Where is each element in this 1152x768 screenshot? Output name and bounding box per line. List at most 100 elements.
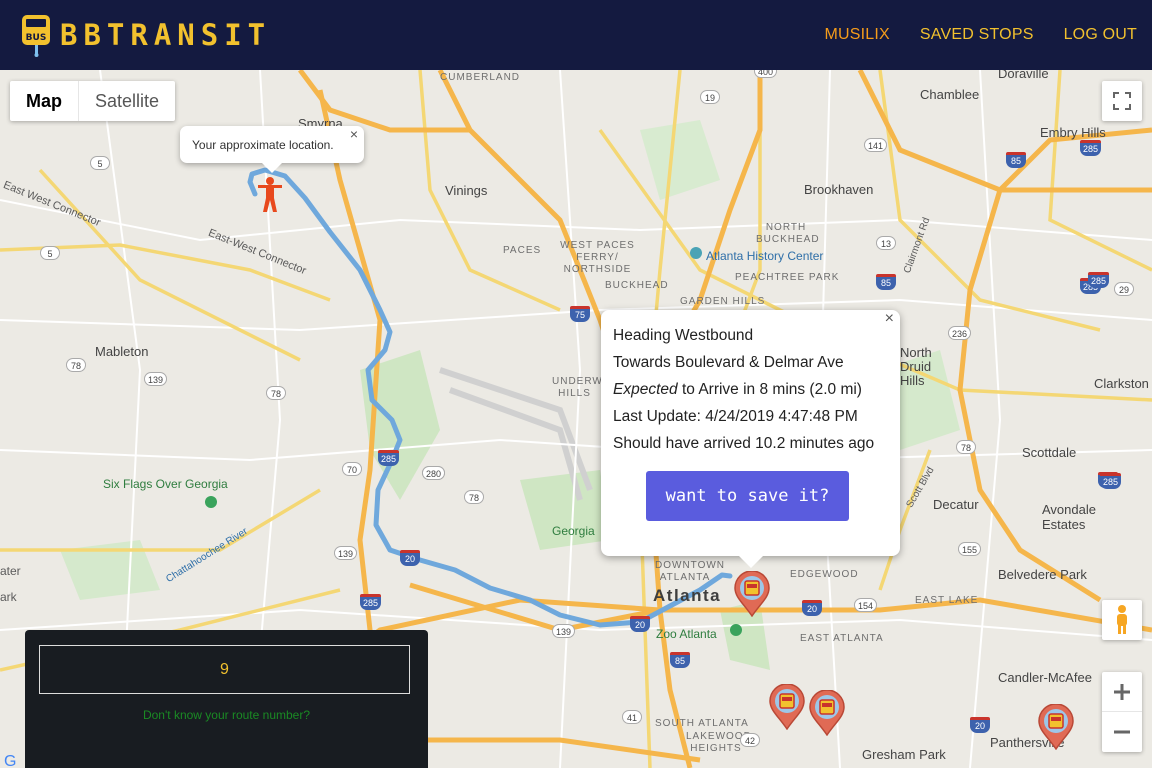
route-help-link[interactable]: Don't know your route number? (25, 708, 428, 722)
fullscreen-icon (1113, 92, 1131, 110)
interstate-shield: 85 (670, 652, 690, 668)
zoom-in-button[interactable] (1102, 672, 1142, 712)
interstate-shield: 20 (400, 550, 420, 566)
interstate-shield: 75 (570, 306, 590, 322)
map-label: North Druid Hills (900, 345, 932, 388)
map-label: Candler-McAfee (998, 670, 1092, 685)
popup-heading: Heading Westbound (613, 327, 754, 344)
popup-towards: Towards Boulevard & Delmar Ave (613, 354, 844, 371)
interstate-shield: 285 (1100, 473, 1122, 489)
interstate-shield: 20 (630, 616, 650, 632)
route-shield: 236 (948, 326, 972, 340)
zoom-control (1102, 672, 1142, 752)
route-shield: 19 (700, 90, 720, 104)
interstate-shield: 285 (378, 450, 400, 466)
zoo-pin-icon (730, 624, 742, 636)
map-label: UNDERWOOD HILLS (552, 376, 629, 399)
map-label: Brookhaven (804, 182, 874, 197)
bus-stop-pin[interactable] (768, 684, 806, 730)
map-label: EAST ATLANTA (800, 633, 884, 644)
bus-logo-icon: BUS (20, 13, 52, 57)
route-number-input[interactable] (39, 645, 410, 694)
route-shield: 13 (876, 236, 896, 250)
location-tooltip: Your approximate location. × (180, 126, 364, 173)
top-navbar: BUS BBTRANSIT MUSILIX SAVED STOPS LOG OU… (0, 0, 1152, 70)
close-icon[interactable]: × (885, 310, 894, 328)
nav-links: MUSILIX SAVED STOPS LOG OUT (825, 26, 1138, 44)
fullscreen-button[interactable] (1102, 81, 1142, 121)
map-label: Georgia (552, 524, 595, 538)
map-label: WEST PACES FERRY/ NORTHSIDE (560, 240, 635, 275)
route-shield: 280 (422, 466, 446, 480)
route-shield: 78 (464, 490, 484, 504)
map-label: PEACHTREE PARK (735, 272, 840, 283)
nav-log-out[interactable]: LOG OUT (1064, 26, 1137, 44)
map-label: Gresham Park (862, 747, 946, 762)
interstate-shield: 20 (970, 717, 990, 733)
map-label: Avondale Estates (1042, 502, 1096, 532)
map-label: NORTH BUCKHEAD (756, 222, 820, 245)
save-stop-button[interactable]: want to save it? (646, 471, 849, 521)
map-type-control: Map Satellite (10, 81, 176, 121)
map-label: Vinings (445, 183, 488, 198)
satellite-view-button[interactable]: Satellite (78, 81, 175, 121)
app-name: BBTRANSIT (60, 18, 272, 52)
map-label: Chamblee (920, 87, 980, 102)
route-shield: 400 (754, 70, 778, 78)
bus-info-popup: × Heading Westbound Towards Boulevard & … (601, 310, 900, 568)
route-shield: 41 (622, 710, 642, 724)
map-label: SOUTH ATLANTA (655, 718, 749, 729)
map-label: Atlanta (653, 586, 722, 605)
map-view-button[interactable]: Map (10, 81, 78, 121)
minus-icon (1114, 730, 1130, 734)
expected-text: to Arrive in 8 mins (2.0 mi) (677, 381, 862, 398)
user-location-icon (258, 177, 282, 212)
map-label: BUCKHEAD (605, 280, 669, 291)
svg-text:G: G (4, 753, 16, 768)
map-label: Belvedere Park (998, 567, 1087, 582)
plus-icon (1114, 683, 1130, 700)
close-icon[interactable]: × (350, 126, 358, 142)
park-pin-icon (205, 496, 217, 508)
route-shield: 139 (334, 546, 358, 560)
bus-stop-pin[interactable] (733, 571, 771, 617)
map-label: Six Flags Over Georgia (103, 477, 228, 491)
map-label: Atlanta History Center (706, 249, 824, 263)
map-label: Decatur (933, 497, 979, 512)
map-label: Embry Hills (1040, 125, 1106, 140)
museum-pin-icon (690, 247, 702, 259)
route-shield: 70 (342, 462, 362, 476)
location-tooltip-text: Your approximate location. (192, 137, 334, 152)
map-label: Mableton (95, 344, 149, 359)
route-shield: 154 (854, 598, 878, 612)
map-label: CUMBERLAND (440, 72, 521, 83)
map-label: PACES (503, 245, 542, 256)
map-label: DOWNTOWN ATLANTA (655, 560, 726, 583)
svg-text:BUS: BUS (26, 33, 47, 43)
expected-label: Expected (613, 381, 678, 398)
route-shield: 155 (958, 542, 982, 556)
interstate-shield: 285 (1088, 272, 1110, 288)
map-label: EAST LAKE (915, 595, 979, 606)
interstate-shield: 285 (1080, 140, 1102, 156)
zoom-out-button[interactable] (1102, 712, 1142, 752)
nav-musilix[interactable]: MUSILIX (825, 26, 890, 44)
map-label: EDGEWOOD (790, 569, 859, 580)
route-shield: 78 (956, 440, 976, 454)
route-shield: 5 (40, 246, 60, 260)
route-shield: 141 (864, 138, 888, 152)
map-label: Doraville (998, 70, 1049, 81)
street-view-button[interactable] (1102, 600, 1142, 640)
route-shield: 78 (66, 358, 86, 372)
map-label: Scottdale (1022, 445, 1077, 460)
bus-stop-pin[interactable] (808, 690, 846, 736)
route-shield: 29 (1114, 282, 1134, 296)
bus-stop-pin[interactable] (1037, 704, 1075, 750)
interstate-shield: 85 (876, 274, 896, 290)
interstate-shield: 85 (1006, 152, 1026, 168)
popup-last-update: Last Update: 4/24/2019 4:47:48 PM (613, 408, 858, 425)
map-label: Zoo Atlanta (656, 627, 717, 641)
nav-saved-stops[interactable]: SAVED STOPS (920, 26, 1034, 44)
brand[interactable]: BUS BBTRANSIT (20, 13, 271, 57)
popup-overdue: Should have arrived 10.2 minutes ago (613, 435, 875, 452)
